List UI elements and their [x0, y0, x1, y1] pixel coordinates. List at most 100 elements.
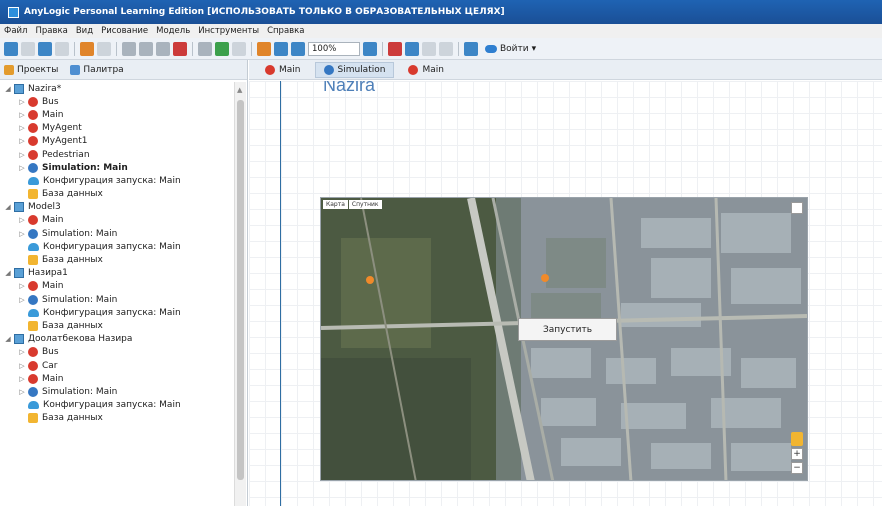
stop-icon[interactable] — [232, 41, 246, 56]
redo-icon[interactable] — [97, 41, 111, 56]
paste-icon[interactable] — [156, 41, 170, 56]
expanded-arrow-icon[interactable]: ◢ — [4, 85, 12, 93]
zoom-out-button[interactable]: − — [791, 462, 803, 474]
menu-edit[interactable]: Правка — [35, 26, 67, 36]
expanded-arrow-icon[interactable]: ◢ — [4, 203, 12, 211]
zoom-in-button[interactable]: + — [791, 448, 803, 460]
tree-item[interactable]: Конфигурация запуска: Main — [0, 306, 234, 319]
zoom-fit-icon[interactable] — [363, 41, 377, 56]
tree-item[interactable]: База данных — [0, 319, 234, 332]
run-config-icon — [28, 401, 39, 410]
zoom-out-icon[interactable] — [291, 41, 305, 56]
collapsed-arrow-icon[interactable]: ▷ — [18, 348, 26, 356]
collapsed-arrow-icon[interactable]: ▷ — [18, 362, 26, 370]
tree-item[interactable]: ▷ Car — [0, 359, 234, 372]
menu-file[interactable]: Файл — [4, 26, 27, 36]
run-simulation-button[interactable]: Запустить — [518, 318, 617, 341]
tree-item[interactable]: ▷ Bus — [0, 346, 234, 359]
tree-item-label: Доолатбекова Назира — [28, 334, 133, 345]
map-type-switch: Карта Спутник — [323, 200, 382, 209]
tree-item[interactable]: ▷ MyAgent — [0, 122, 234, 135]
tab-main-1[interactable]: Main — [257, 63, 309, 77]
scrollbar-thumb[interactable] — [237, 100, 244, 480]
tree-item[interactable]: ▷ Main — [0, 372, 234, 385]
collapsed-arrow-icon[interactable]: ▷ — [18, 124, 26, 132]
collapsed-arrow-icon[interactable]: ▷ — [18, 296, 26, 304]
expanded-arrow-icon[interactable]: ◢ — [4, 335, 12, 343]
layout-icon[interactable] — [422, 41, 436, 56]
tree-item-label: База данных — [42, 255, 103, 266]
debug-icon[interactable] — [257, 41, 271, 56]
tree-item[interactable]: ▷ Bus — [0, 95, 234, 108]
zoom-in-icon[interactable] — [274, 41, 288, 56]
menu-view[interactable]: Вид — [76, 26, 93, 36]
build-icon[interactable] — [198, 41, 212, 56]
tree-item[interactable]: ◢ Model3 — [0, 201, 234, 214]
save-all-icon[interactable] — [55, 41, 69, 56]
tab-simulation[interactable]: Simulation — [314, 61, 395, 78]
tree-item[interactable]: ◢ Nazira* — [0, 82, 234, 95]
tree-item[interactable]: ◢ Назира1 — [0, 267, 234, 280]
simulation-canvas[interactable]: Nazira Карта Спутник + − Запустить — [249, 81, 882, 506]
tab-palette[interactable]: Палитра — [70, 64, 124, 75]
menu-help[interactable]: Справка — [267, 26, 304, 36]
collapsed-arrow-icon[interactable]: ▷ — [18, 216, 26, 224]
map-type-map-button[interactable]: Карта — [323, 200, 348, 209]
tree-scrollbar[interactable]: ▲ — [234, 82, 246, 506]
tree-item[interactable]: База данных — [0, 188, 234, 201]
tree-item[interactable]: ▷ Pedestrian — [0, 148, 234, 161]
copy-icon[interactable] — [139, 41, 153, 56]
gis-map[interactable]: Карта Спутник + − Запустить — [320, 197, 808, 481]
pegman-icon[interactable] — [791, 432, 803, 446]
tree-item[interactable]: ▷ Main — [0, 214, 234, 227]
run-icon[interactable] — [215, 41, 229, 56]
expanded-arrow-icon[interactable]: ◢ — [4, 269, 12, 277]
save-icon[interactable] — [38, 41, 52, 56]
collapsed-arrow-icon[interactable]: ▷ — [18, 98, 26, 106]
grid-icon[interactable] — [405, 41, 419, 56]
collapsed-arrow-icon[interactable]: ▷ — [18, 282, 26, 290]
menu-model[interactable]: Модель — [156, 26, 190, 36]
collapsed-arrow-icon[interactable]: ▷ — [18, 375, 26, 383]
tree-item[interactable]: Конфигурация запуска: Main — [0, 399, 234, 412]
login-button[interactable]: Войти ▾ — [485, 44, 536, 54]
map-type-satellite-button[interactable]: Спутник — [348, 200, 382, 209]
tree-item[interactable]: ◢ Доолатбекова Назира — [0, 333, 234, 346]
panel-icon[interactable] — [464, 41, 478, 56]
cut-icon[interactable] — [122, 41, 136, 56]
agent-icon — [408, 64, 419, 75]
tree-item[interactable]: База данных — [0, 412, 234, 425]
scroll-up-icon[interactable]: ▲ — [237, 86, 242, 94]
tab-main-2[interactable]: Main — [400, 63, 452, 77]
zoom-combo[interactable]: 100% — [308, 41, 360, 56]
tree-item[interactable]: Конфигурация запуска: Main — [0, 174, 234, 187]
tree-item[interactable]: ▷ Simulation: Main — [0, 293, 234, 306]
menu-draw[interactable]: Рисование — [101, 26, 148, 36]
collapsed-arrow-icon[interactable]: ▷ — [18, 137, 26, 145]
open-icon[interactable] — [21, 41, 35, 56]
collapsed-arrow-icon[interactable]: ▷ — [18, 151, 26, 159]
fullscreen-icon[interactable] — [791, 202, 803, 214]
color-icon[interactable] — [388, 41, 402, 56]
tree-item[interactable]: ▷ Main — [0, 280, 234, 293]
tree-item[interactable]: ▷ Main — [0, 108, 234, 121]
new-model-icon[interactable] — [4, 41, 18, 56]
tree-item[interactable]: ▷ Simulation: Main — [0, 227, 234, 240]
collapsed-arrow-icon[interactable]: ▷ — [18, 230, 26, 238]
tab-projects[interactable]: Проекты — [4, 64, 58, 75]
delete-icon[interactable] — [173, 41, 187, 56]
collapsed-arrow-icon[interactable]: ▷ — [18, 388, 26, 396]
align-icon[interactable] — [439, 41, 453, 56]
tree-item-label: Simulation: Main — [42, 228, 118, 239]
tree-item[interactable]: ▷ Simulation: Main — [0, 385, 234, 398]
tree-item-label: Simulation: Main — [42, 294, 118, 305]
tree-item[interactable]: Конфигурация запуска: Main — [0, 240, 234, 253]
undo-icon[interactable] — [80, 41, 94, 56]
tree-item[interactable]: База данных — [0, 253, 234, 266]
collapsed-arrow-icon[interactable]: ▷ — [18, 111, 26, 119]
tree-item[interactable]: ▷ Simulation: Main — [0, 161, 234, 174]
menu-tools[interactable]: Инструменты — [198, 26, 259, 36]
collapsed-arrow-icon[interactable]: ▷ — [18, 164, 26, 172]
tree-item-label: Конфигурация запуска: Main — [43, 175, 181, 186]
tree-item[interactable]: ▷ MyAgent1 — [0, 135, 234, 148]
